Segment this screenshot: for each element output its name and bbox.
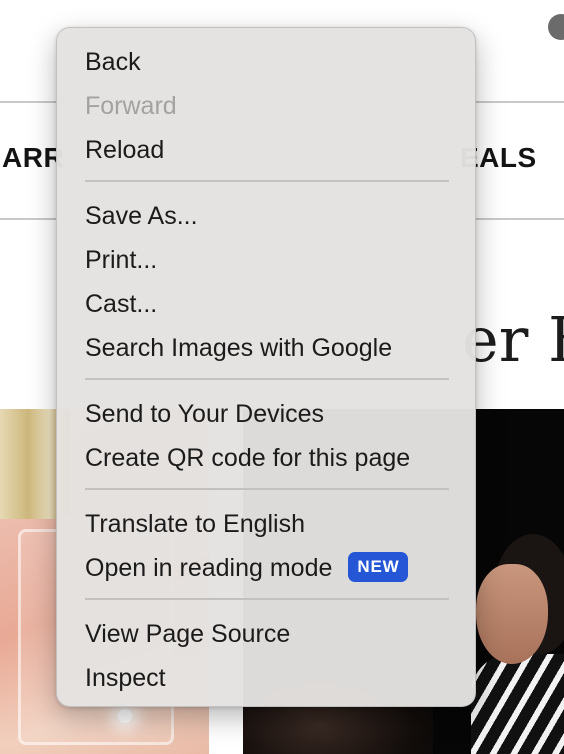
menu-item-reading-mode[interactable]: Open in reading mode NEW (85, 546, 449, 590)
menu-item-forward: Forward (85, 92, 177, 120)
new-badge: NEW (348, 552, 409, 583)
context-menu: Back Forward Reload Save As... Print... … (56, 27, 476, 707)
striped-shirt-image-part (471, 654, 564, 754)
account-avatar[interactable] (548, 14, 564, 40)
menu-item-save-as[interactable]: Save As... (85, 194, 449, 238)
menu-separator (85, 378, 449, 380)
section-heading-fragment: er B (462, 303, 564, 376)
sparkle-highlight (118, 709, 132, 723)
menu-separator (85, 180, 449, 182)
menu-item-translate[interactable]: Translate to English (85, 502, 449, 546)
menu-item-reading-mode-label: Open in reading mode (85, 554, 333, 582)
menu-item-back[interactable]: Back (85, 40, 449, 84)
menu-item-search-images-google[interactable]: Search Images with Google (85, 326, 449, 370)
menu-item-send-to-devices[interactable]: Send to Your Devices (85, 392, 449, 436)
browser-viewport: ARR EALS er B Back Forward Reload Save A… (0, 0, 564, 754)
menu-item-reload[interactable]: Reload (85, 128, 449, 172)
menu-item-view-page-source[interactable]: View Page Source (85, 612, 449, 656)
nav-link-fragment-left[interactable]: ARR (2, 141, 64, 175)
menu-separator (85, 598, 449, 600)
menu-separator (85, 488, 449, 490)
menu-item-create-qr-code[interactable]: Create QR code for this page (85, 436, 449, 480)
menu-item-inspect[interactable]: Inspect (85, 656, 449, 700)
face-image-part (476, 564, 548, 664)
menu-item-cast[interactable]: Cast... (85, 282, 449, 326)
menu-item-print[interactable]: Print... (85, 238, 449, 282)
